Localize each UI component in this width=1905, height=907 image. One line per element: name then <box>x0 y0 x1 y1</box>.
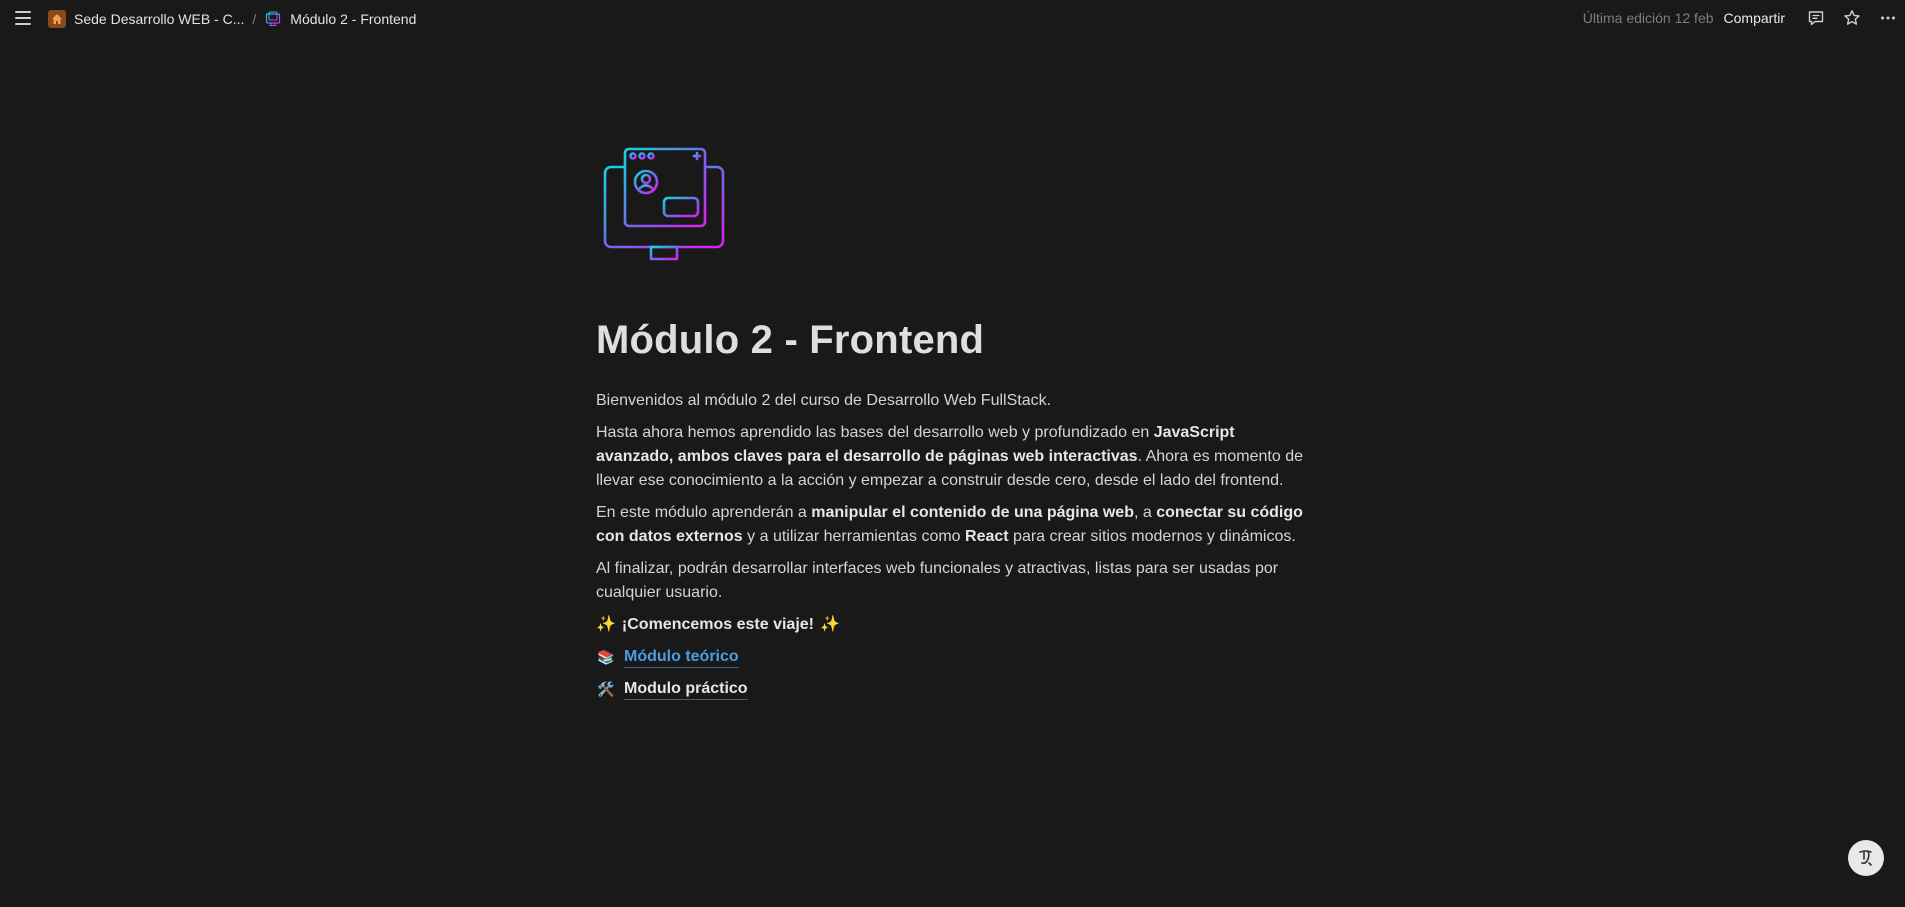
share-button[interactable]: Compartir <box>1724 10 1785 26</box>
link-modulo-teorico[interactable]: 📚 Módulo teórico <box>596 645 1316 669</box>
top-actions: Última edición 12 feb Compartir <box>1583 0 1905 36</box>
breadcrumb-label: Módulo 2 - Frontend <box>290 11 417 27</box>
link-label[interactable]: Modulo práctico <box>624 679 748 700</box>
link-label[interactable]: Módulo teórico <box>624 647 739 668</box>
breadcrumb-separator: / <box>252 11 257 27</box>
breadcrumb: Sede Desarrollo WEB - C... / Módulo 2 - … <box>44 8 420 30</box>
text: , a <box>1133 504 1157 521</box>
home-icon <box>48 10 66 28</box>
tools-icon: 🛠️ <box>597 681 615 697</box>
last-edit-text: Última edición 12 feb <box>1582 10 1714 26</box>
cta-text: ¡Comencemos este viaje! <box>621 616 814 633</box>
cta-line: ✨ ¡Comencemos este viaje! ✨ <box>596 613 1316 637</box>
paragraph-2: Hasta ahora hemos aprendido las bases de… <box>596 421 1316 493</box>
breadcrumb-item-sede[interactable]: Sede Desarrollo WEB - C... <box>44 8 248 30</box>
text: Hasta ahora hemos aprendido las bases de… <box>596 424 1154 441</box>
intro-paragraph: Bienvenidos al módulo 2 del curso de Des… <box>596 392 1052 409</box>
bold-text: React <box>965 528 1009 545</box>
menu-icon[interactable] <box>12 8 34 28</box>
page-body: Bienvenidos al módulo 2 del curso de Des… <box>596 389 1316 709</box>
books-icon: 📚 <box>597 649 615 665</box>
more-icon[interactable] <box>1875 5 1901 31</box>
computer-icon <box>264 10 282 28</box>
text: En este módulo aprenderán a <box>596 504 812 521</box>
text: para crear sitios modernos y dinámicos. <box>1008 528 1296 545</box>
sparkles-icon: ✨ <box>820 616 840 633</box>
page-computer-icon[interactable] <box>596 144 732 280</box>
star-icon[interactable] <box>1839 5 1865 31</box>
paragraph-3: En este módulo aprenderán a manipular el… <box>596 501 1316 549</box>
help-icon[interactable] <box>1848 840 1884 876</box>
text: y a utilizar herramientas como <box>742 528 966 545</box>
top-bar: Sede Desarrollo WEB - C... / Módulo 2 - … <box>0 0 1905 36</box>
paragraph-4: Al finalizar, podrán desarrollar interfa… <box>596 560 1279 601</box>
page-title: Módulo 2 - Frontend <box>596 318 985 362</box>
breadcrumb-item-modulo[interactable]: Módulo 2 - Frontend <box>260 8 420 30</box>
link-modulo-practico[interactable]: 🛠️ Modulo práctico <box>596 677 1316 701</box>
bold-text: manipular el contenido de una página web <box>811 504 1134 521</box>
sparkles-icon: ✨ <box>596 616 616 633</box>
breadcrumb-label: Sede Desarrollo WEB - C... <box>74 11 245 27</box>
comment-icon[interactable] <box>1803 5 1829 31</box>
